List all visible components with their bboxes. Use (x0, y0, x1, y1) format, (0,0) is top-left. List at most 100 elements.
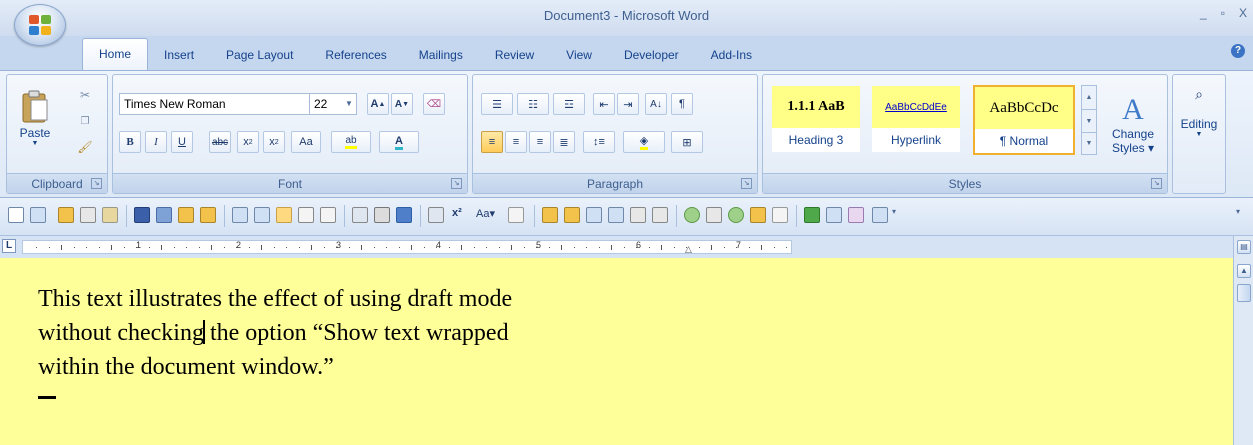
tab-developer[interactable]: Developer (608, 40, 695, 70)
folder-icon[interactable] (178, 207, 194, 223)
align-left-button[interactable]: ≡ (481, 131, 503, 153)
new-document-icon[interactable] (8, 207, 24, 223)
subscript-button[interactable]: x2 (237, 131, 259, 153)
vertical-scrollbar[interactable]: ▤ ▲ (1233, 236, 1253, 445)
style-hyperlink[interactable]: AaBbCcDdEe Hyperlink (871, 85, 961, 155)
review-dropdown-icon[interactable]: ▾ (892, 207, 902, 223)
paste-button[interactable]: Paste ▼ (11, 79, 59, 157)
shrink-font-button[interactable]: A ▼ (391, 93, 413, 115)
cut-button[interactable]: ✂ (73, 85, 97, 105)
full-screen-icon[interactable] (254, 207, 270, 223)
justify-button[interactable]: ≣ (553, 131, 575, 153)
grow-font-button[interactable]: A ▲ (367, 93, 389, 115)
pencil-icon[interactable] (542, 207, 558, 223)
decrease-indent-button[interactable]: ⇤ (593, 93, 615, 115)
picture-icon[interactable] (586, 207, 602, 223)
styles-scroll-down-icon[interactable]: ▼ (1082, 109, 1096, 132)
document-text[interactable]: This text illustrates the effect of usin… (38, 282, 678, 384)
tab-references[interactable]: References (309, 40, 402, 70)
toolbar-overflow-icon[interactable]: ▾ (1236, 207, 1246, 223)
font-color-button[interactable]: A (379, 131, 419, 153)
tab-selector-icon[interactable]: L (2, 239, 16, 253)
show-marks-button[interactable]: ¶ (671, 93, 693, 115)
print-icon[interactable] (374, 207, 390, 223)
change-styles-button[interactable]: A Change Styles ▾ (1103, 79, 1163, 169)
clipboard-launcher-icon[interactable]: ↘ (91, 178, 102, 189)
scroll-thumb[interactable] (1237, 284, 1251, 302)
italic-button[interactable]: I (145, 131, 167, 153)
tab-insert[interactable]: Insert (148, 40, 210, 70)
green-circle-icon[interactable] (684, 207, 700, 223)
bold-button[interactable]: B (119, 131, 141, 153)
track-changes-icon[interactable] (848, 207, 864, 223)
tab-mailings[interactable]: Mailings (403, 40, 479, 70)
next-icon[interactable] (728, 207, 744, 223)
tab-page-layout[interactable]: Page Layout (210, 40, 309, 70)
web-layout-icon[interactable] (320, 207, 336, 223)
copy-doc-icon[interactable] (706, 207, 722, 223)
paragraph-launcher-icon[interactable]: ↘ (741, 178, 752, 189)
horizontal-ruler[interactable]: 1 2 3 4 5 6 7 △ (22, 240, 792, 254)
change-case-icon[interactable]: Aa▾ (476, 207, 504, 223)
font-size-combo[interactable]: 22 ▼ (309, 93, 357, 115)
edit-folder-icon[interactable] (750, 207, 766, 223)
properties-icon[interactable] (102, 207, 118, 223)
tab-home[interactable]: Home (82, 38, 149, 70)
numbering-button[interactable]: ☷ (517, 93, 549, 115)
font-family-combo[interactable]: Times New Roman ▼ (119, 93, 319, 115)
font-size-dropdown-icon[interactable]: ▼ (342, 94, 356, 114)
underline-button[interactable]: U (171, 131, 193, 153)
shading-button[interactable]: ◈ (623, 131, 665, 153)
document-area[interactable]: This text illustrates the effect of usin… (0, 258, 1233, 445)
review-icon[interactable] (872, 207, 888, 223)
envelope-icon[interactable] (352, 207, 368, 223)
print-layout-icon[interactable] (298, 207, 314, 223)
minimize-button[interactable]: _ (1200, 6, 1207, 20)
ruler-toggle-icon[interactable]: ▤ (1237, 240, 1251, 254)
align-center-button[interactable]: ≡ (505, 131, 527, 153)
highlight-color-button[interactable]: ab (331, 131, 371, 153)
book-icon[interactable] (804, 207, 820, 223)
tab-add-ins[interactable]: Add-Ins (695, 40, 768, 70)
scroll-up-icon[interactable]: ▲ (1237, 264, 1251, 278)
multilevel-list-button[interactable]: ☲ (553, 93, 585, 115)
change-case-button[interactable]: Aa (291, 131, 321, 153)
document-icon[interactable] (80, 207, 96, 223)
right-indent-marker-icon[interactable]: △ (685, 244, 692, 253)
template-icon[interactable] (30, 207, 46, 223)
folder-icon[interactable] (564, 207, 580, 223)
borders-button[interactable]: ⊞ (671, 131, 703, 153)
save-icon[interactable] (134, 207, 150, 223)
restore-button[interactable]: ▫ (1221, 6, 1225, 20)
styles-launcher-icon[interactable]: ↘ (1151, 178, 1162, 189)
sort-button[interactable]: A↓ (645, 93, 667, 115)
draft-view-icon[interactable] (276, 207, 292, 223)
bullets-button[interactable]: ☰ (481, 93, 513, 115)
folder-open-icon[interactable] (200, 207, 216, 223)
format-painter-button[interactable]: 🖌 (73, 137, 97, 157)
clear-formatting-button[interactable]: ⌫ (423, 93, 445, 115)
tab-view[interactable]: View (550, 40, 608, 70)
help-icon[interactable]: ? (1231, 44, 1245, 58)
styles-more-icon[interactable]: ▼ (1082, 132, 1096, 154)
styles-scroll-up-icon[interactable]: ▲ (1082, 86, 1096, 109)
font-launcher-icon[interactable]: ↘ (451, 178, 462, 189)
line-spacing-button[interactable]: ↕≡ (583, 131, 615, 153)
style-heading-3[interactable]: 1.1.1 AaB Heading 3 (771, 85, 861, 155)
field-icon[interactable] (508, 207, 524, 223)
columns-icon[interactable] (428, 207, 444, 223)
increase-indent-button[interactable]: ⇥ (617, 93, 639, 115)
close-button[interactable]: X (1239, 6, 1247, 20)
strikethrough-button[interactable]: abc (209, 131, 231, 153)
tab-review[interactable]: Review (479, 40, 550, 70)
office-button[interactable] (14, 4, 66, 46)
object-icon[interactable] (652, 207, 668, 223)
superscript-button[interactable]: x2 (263, 131, 285, 153)
superscript-icon[interactable]: x² (452, 207, 468, 223)
text-box-icon[interactable] (630, 207, 646, 223)
style-normal[interactable]: AaBbCcDc ¶ Normal (973, 85, 1075, 155)
open-folder-icon[interactable] (58, 207, 74, 223)
compare-icon[interactable] (826, 207, 842, 223)
image-icon[interactable] (608, 207, 624, 223)
print-preview-icon[interactable] (232, 207, 248, 223)
